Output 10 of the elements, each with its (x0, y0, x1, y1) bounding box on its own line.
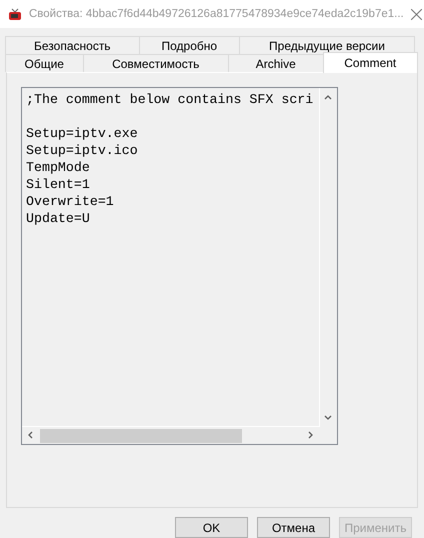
dialog-button[interactable]: OK (175, 517, 248, 538)
tab[interactable]: Общие (5, 54, 84, 72)
tab[interactable]: Предыдущие версии (239, 36, 415, 54)
comment-text-area[interactable]: ;The comment below contains SFX scri Setup=iptv.exe Setup=iptv.ico TempMode Silent=1 Overwrite=1 Update=U (21, 87, 338, 445)
tab[interactable]: Comment (322, 52, 418, 73)
tab[interactable]: Подробно (138, 36, 240, 54)
tab[interactable]: Безопасность (5, 36, 140, 54)
dialog-button[interactable]: Отмена (257, 517, 330, 538)
comment-text: ;The comment below contains SFX scri Setup=iptv.exe Setup=iptv.ico TempMode Silent=1 Overwrite=1 Update=U (25, 91, 314, 227)
window-title: Свойства: 4bbac7f6d44b49726126a81775478934e9ce74eda2c19b7e1... (29, 8, 404, 20)
